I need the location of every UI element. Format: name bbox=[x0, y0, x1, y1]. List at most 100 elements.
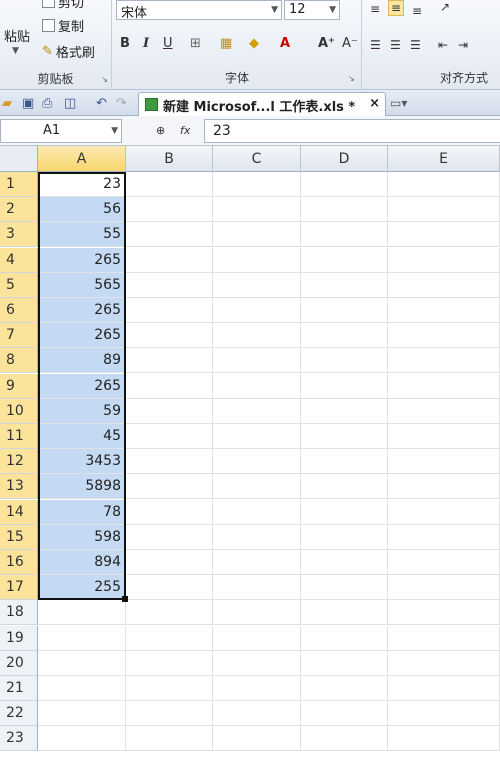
cell-b17[interactable] bbox=[126, 575, 213, 600]
cell-c17[interactable] bbox=[213, 575, 301, 600]
cell-b18[interactable] bbox=[126, 600, 213, 625]
cell-d1[interactable] bbox=[301, 172, 388, 197]
tab-active-workbook[interactable]: 新建 Microsof...l 工作表.xls * × bbox=[138, 92, 386, 116]
cell-c8[interactable] bbox=[213, 348, 301, 373]
font-size-select[interactable]: 12 ▼ bbox=[284, 0, 340, 20]
row-header-16[interactable]: 16 bbox=[0, 550, 38, 575]
insert-function-icon[interactable]: fx bbox=[180, 124, 190, 137]
cell-b10[interactable] bbox=[126, 399, 213, 424]
select-all-corner[interactable] bbox=[0, 146, 38, 172]
row-header-13[interactable]: 13 bbox=[0, 474, 38, 499]
border-icon[interactable]: ⊞ bbox=[190, 36, 201, 51]
cell-a12[interactable]: 3453 bbox=[38, 449, 126, 474]
grow-font-button[interactable]: A⁺ bbox=[318, 36, 335, 51]
cell-e3[interactable] bbox=[388, 222, 500, 247]
cell-e9[interactable] bbox=[388, 374, 500, 399]
cell-c6[interactable] bbox=[213, 298, 301, 323]
close-icon[interactable]: × bbox=[369, 96, 380, 111]
row-header-1[interactable]: 1 bbox=[0, 172, 38, 197]
cell-e2[interactable] bbox=[388, 197, 500, 222]
cell-c22[interactable] bbox=[213, 701, 301, 726]
row-header-7[interactable]: 7 bbox=[0, 323, 38, 348]
cell-e15[interactable] bbox=[388, 525, 500, 550]
cell-c5[interactable] bbox=[213, 273, 301, 298]
chevron-down-icon[interactable]: ▼ bbox=[271, 5, 278, 15]
row-header-14[interactable]: 14 bbox=[0, 500, 38, 525]
cell-d22[interactable] bbox=[301, 701, 388, 726]
cell-a4[interactable]: 265 bbox=[38, 248, 126, 273]
cell-e7[interactable] bbox=[388, 323, 500, 348]
cell-d15[interactable] bbox=[301, 525, 388, 550]
cell-a8[interactable]: 89 bbox=[38, 348, 126, 373]
cell-c13[interactable] bbox=[213, 474, 301, 499]
align-middle-icon[interactable]: ≡ bbox=[388, 0, 405, 16]
row-header-11[interactable]: 11 bbox=[0, 424, 38, 449]
dialog-launcher-icon[interactable]: ↘ bbox=[348, 74, 355, 83]
cell-a20[interactable] bbox=[38, 651, 126, 676]
align-bottom-icon[interactable]: ≡ bbox=[412, 4, 422, 18]
cell-e20[interactable] bbox=[388, 651, 500, 676]
dialog-launcher-icon[interactable]: ↘ bbox=[101, 75, 108, 84]
cell-b12[interactable] bbox=[126, 449, 213, 474]
cell-e21[interactable] bbox=[388, 676, 500, 701]
cell-e8[interactable] bbox=[388, 348, 500, 373]
cell-c9[interactable] bbox=[213, 374, 301, 399]
cell-c21[interactable] bbox=[213, 676, 301, 701]
cell-a5[interactable]: 565 bbox=[38, 273, 126, 298]
column-header-c[interactable]: C bbox=[213, 146, 301, 172]
cell-d2[interactable] bbox=[301, 197, 388, 222]
cell-d5[interactable] bbox=[301, 273, 388, 298]
cell-b8[interactable] bbox=[126, 348, 213, 373]
cell-e17[interactable] bbox=[388, 575, 500, 600]
name-box[interactable]: A1 ▼ bbox=[0, 119, 122, 143]
row-header-22[interactable]: 22 bbox=[0, 701, 38, 726]
row-header-23[interactable]: 23 bbox=[0, 726, 38, 751]
highlight-color-icon[interactable]: ◆ bbox=[249, 36, 259, 51]
row-header-19[interactable]: 19 bbox=[0, 626, 38, 651]
cell-e18[interactable] bbox=[388, 600, 500, 625]
cell-b15[interactable] bbox=[126, 525, 213, 550]
cell-b14[interactable] bbox=[126, 500, 213, 525]
cell-a16[interactable]: 894 bbox=[38, 550, 126, 575]
cell-e14[interactable] bbox=[388, 500, 500, 525]
bold-button[interactable]: B bbox=[120, 36, 130, 51]
cell-a6[interactable]: 265 bbox=[38, 298, 126, 323]
print-preview-icon[interactable]: ◫ bbox=[64, 96, 76, 111]
cell-e1[interactable] bbox=[388, 172, 500, 197]
cell-b4[interactable] bbox=[126, 248, 213, 273]
cell-b6[interactable] bbox=[126, 298, 213, 323]
row-header-20[interactable]: 20 bbox=[0, 651, 38, 676]
row-header-9[interactable]: 9 bbox=[0, 374, 38, 399]
cell-d9[interactable] bbox=[301, 374, 388, 399]
copy-button[interactable]: 复制 bbox=[42, 16, 84, 35]
new-tab-icon[interactable]: ▭▾ bbox=[390, 96, 407, 110]
cell-c23[interactable] bbox=[213, 726, 301, 751]
undo-icon[interactable]: ↶ bbox=[96, 96, 107, 111]
cell-a7[interactable]: 265 bbox=[38, 323, 126, 348]
cell-d19[interactable] bbox=[301, 626, 388, 651]
cell-a23[interactable] bbox=[38, 726, 126, 751]
cell-d13[interactable] bbox=[301, 474, 388, 499]
cell-b9[interactable] bbox=[126, 374, 213, 399]
fill-style-icon[interactable]: ▦ bbox=[220, 36, 232, 51]
row-header-15[interactable]: 15 bbox=[0, 525, 38, 550]
cell-b13[interactable] bbox=[126, 474, 213, 499]
cell-a19[interactable] bbox=[38, 626, 126, 651]
cell-c4[interactable] bbox=[213, 248, 301, 273]
column-header-d[interactable]: D bbox=[301, 146, 388, 172]
decrease-indent-icon[interactable]: ⇤ bbox=[438, 38, 448, 52]
align-top-icon[interactable]: ≡ bbox=[370, 2, 380, 16]
cell-d20[interactable] bbox=[301, 651, 388, 676]
cell-e11[interactable] bbox=[388, 424, 500, 449]
cell-d3[interactable] bbox=[301, 222, 388, 247]
cell-c19[interactable] bbox=[213, 626, 301, 651]
row-header-17[interactable]: 17 bbox=[0, 575, 38, 600]
cell-b20[interactable] bbox=[126, 651, 213, 676]
cell-c18[interactable] bbox=[213, 600, 301, 625]
cell-b3[interactable] bbox=[126, 222, 213, 247]
cell-c1[interactable] bbox=[213, 172, 301, 197]
zoom-icon[interactable]: ⊕ bbox=[156, 124, 165, 137]
cell-e6[interactable] bbox=[388, 298, 500, 323]
cell-a3[interactable]: 55 bbox=[38, 222, 126, 247]
open-folder-icon[interactable]: ▰ bbox=[2, 96, 12, 111]
